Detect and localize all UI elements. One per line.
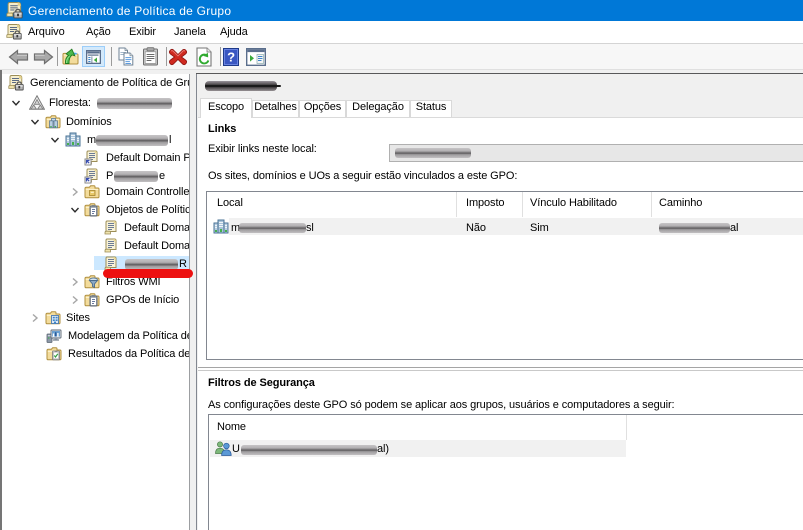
svg-text:?: ? — [227, 50, 235, 65]
